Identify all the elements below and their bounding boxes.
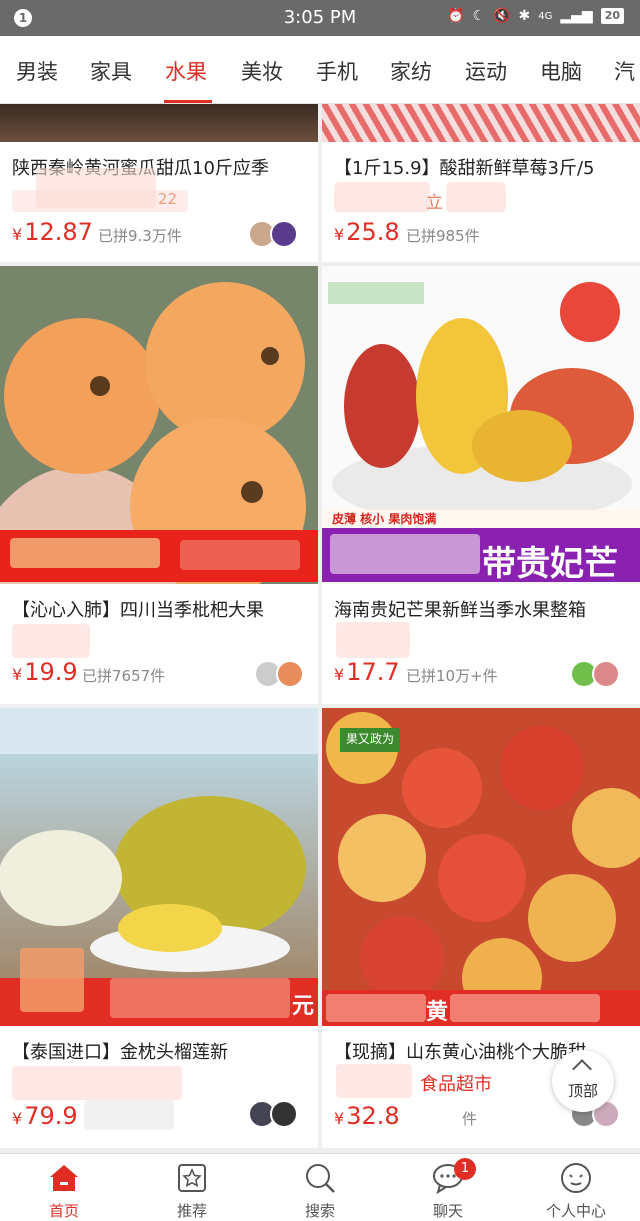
buyer-avatars xyxy=(248,220,298,248)
product-price: ¥79.9 xyxy=(12,1102,78,1130)
search-icon xyxy=(306,1164,335,1193)
blurred-region xyxy=(110,978,290,1018)
alarm-icon: ⏰ xyxy=(447,8,465,24)
nectarine-illustration xyxy=(322,708,640,1026)
product-image xyxy=(0,104,318,142)
blurred-region xyxy=(12,624,90,658)
moon-icon: ☾ xyxy=(472,8,486,24)
mute-icon: 🔇 xyxy=(493,8,511,24)
promo-banner: 黄 xyxy=(322,990,640,1026)
sold-count: 已拼7657件 xyxy=(82,667,166,685)
product-title: 【沁心入肺】四川当季枇杷大果 xyxy=(12,600,264,621)
nav-chat[interactable]: 聊天 xyxy=(384,1154,512,1221)
bottom-nav: 首页 推荐 搜索 聊天 个人中心 xyxy=(0,1153,640,1221)
nav-profile[interactable]: 个人中心 xyxy=(512,1154,640,1221)
back-to-top-button[interactable]: 顶部 xyxy=(552,1050,614,1112)
product-image xyxy=(322,104,640,142)
product-tag: 立 xyxy=(426,193,443,213)
sold-count: 已拼985件 xyxy=(406,227,480,245)
blurred-region xyxy=(180,540,300,570)
blurred-region xyxy=(450,994,600,1022)
tab-furniture[interactable]: 家具 xyxy=(90,56,132,86)
product-card-loquat[interactable]: 【沁心入肺】四川当季枇杷大果 ¥19.9 已拼7657件 xyxy=(0,266,318,704)
product-image xyxy=(322,708,640,1026)
blurred-region xyxy=(10,538,160,568)
sold-count: 件 xyxy=(462,1110,478,1128)
avatar xyxy=(270,1100,298,1128)
tab-sports[interactable]: 运动 xyxy=(465,56,507,86)
sold-count: 已拼9.3万件 xyxy=(98,227,182,245)
product-card-melon[interactable]: 陕西秦岭黄河蜜瓜甜瓜10斤应季 22 ¥12.87 已拼9.3万件 xyxy=(0,104,318,262)
active-tab-indicator xyxy=(164,100,212,103)
profile-icon xyxy=(561,1163,591,1193)
tab-menswear[interactable]: 男装 xyxy=(16,56,58,86)
shop-logo-text: 果又政为 xyxy=(346,732,395,746)
tab-fruit[interactable]: 水果 xyxy=(165,56,207,86)
recommend-star-icon xyxy=(178,1164,206,1192)
sold-count: 已拼10万+件 xyxy=(406,667,498,685)
product-title: 【1斤15.9】酸甜新鲜草莓3斤/5 xyxy=(334,158,595,179)
product-card-mango[interactable]: 皮薄 核小 果肉饱满 带贵妃芒 海南贵妃芒果新鲜当季水果整箱 ¥17.7 已拼1… xyxy=(322,266,640,704)
product-price: ¥17.7 xyxy=(334,658,400,686)
blurred-region xyxy=(446,182,506,212)
blurred-region xyxy=(330,534,480,574)
product-price: ¥12.87 xyxy=(12,218,93,246)
chevron-up-icon xyxy=(572,1059,592,1079)
promo-banner xyxy=(0,530,318,582)
bluetooth-icon: ✱ xyxy=(518,8,531,24)
avatar xyxy=(270,220,298,248)
home-icon xyxy=(50,1165,78,1191)
avatar xyxy=(592,660,620,688)
nav-search[interactable]: 搜索 xyxy=(256,1154,384,1221)
signal-icon: ▂▄▆ xyxy=(560,8,593,24)
buyer-avatars xyxy=(254,660,304,688)
blurred-region xyxy=(12,1066,182,1100)
blurred-region xyxy=(334,182,430,212)
food-supermarket-link[interactable]: 食品超市 xyxy=(420,1070,492,1096)
product-title: 海南贵妃芒果新鲜当季水果整箱 xyxy=(334,600,586,621)
product-price: ¥25.8 xyxy=(334,218,400,246)
app-root: 1 3:05 PM ⏰ ☾ 🔇 ✱ 4G ▂▄▆ 20 男装 家具 水果 美妆 … xyxy=(0,0,640,1221)
product-price: ¥19.9 xyxy=(12,658,78,686)
status-icons: ⏰ ☾ 🔇 ✱ 4G ▂▄▆ 20 xyxy=(447,8,624,24)
promo-banner-text: 元 xyxy=(292,994,315,1019)
blurred-region xyxy=(336,1064,412,1098)
mango-sub-banner: 皮薄 核小 果肉饱满 xyxy=(322,510,640,528)
tab-phone[interactable]: 手机 xyxy=(316,56,358,86)
product-card-durian[interactable]: 元 【泰国进口】金枕头榴莲新 ¥79.9 xyxy=(0,708,318,1148)
nav-home[interactable]: 首页 xyxy=(0,1154,128,1221)
avatar xyxy=(276,660,304,688)
product-price: ¥32.8 xyxy=(334,1102,400,1130)
buyer-avatars xyxy=(248,1100,298,1128)
product-tag: 22 xyxy=(158,190,178,208)
status-bar: 1 3:05 PM ⏰ ☾ 🔇 ✱ 4G ▂▄▆ 20 xyxy=(0,0,640,36)
product-card-strawberry[interactable]: 【1斤15.9】酸甜新鲜草莓3斤/5 立 ¥25.8 已拼985件 xyxy=(322,104,640,262)
blurred-region xyxy=(84,1100,174,1130)
nav-recommend[interactable]: 推荐 xyxy=(128,1154,256,1221)
tab-car[interactable]: 汽 xyxy=(614,56,635,86)
blurred-region xyxy=(336,622,410,658)
blurred-region xyxy=(20,948,84,1012)
chat-unread-badge: 1 xyxy=(454,1158,476,1180)
category-tabs: 男装 家具 水果 美妆 手机 家纺 运动 电脑 汽 xyxy=(0,36,640,104)
product-title: 【泰国进口】金枕头榴莲新 xyxy=(12,1042,228,1063)
network-label: 4G xyxy=(538,10,553,22)
blurred-region xyxy=(326,994,426,1022)
tab-beauty[interactable]: 美妆 xyxy=(241,56,283,86)
battery-icon: 20 xyxy=(600,8,624,24)
buyer-avatars xyxy=(570,660,620,688)
tab-home-textile[interactable]: 家纺 xyxy=(390,56,432,86)
tab-computer[interactable]: 电脑 xyxy=(540,56,582,86)
promo-banner: 带贵妃芒 xyxy=(322,528,640,584)
